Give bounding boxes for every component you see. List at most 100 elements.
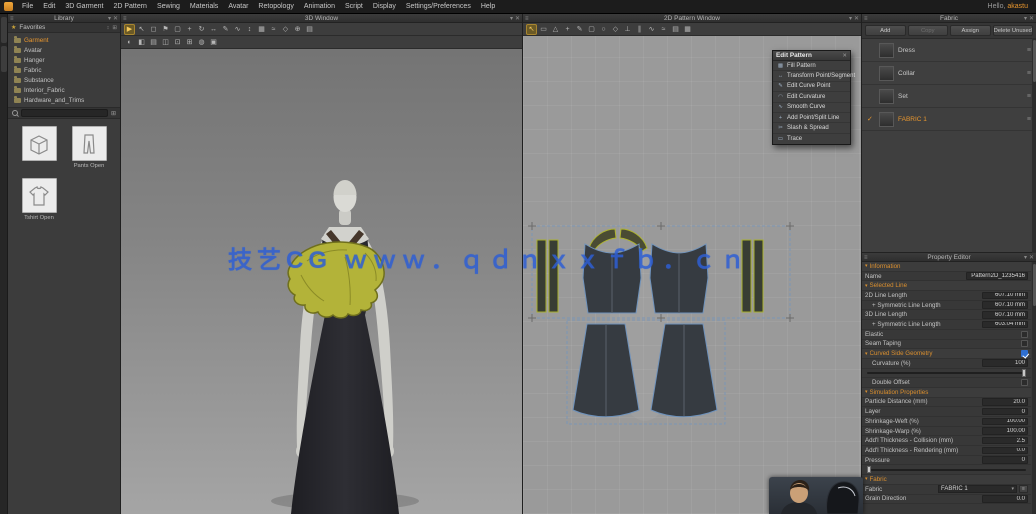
- texture-view-icon[interactable]: ▤: [148, 37, 159, 48]
- select-mesh-icon[interactable]: ◻: [148, 24, 159, 35]
- property-value-field[interactable]: 100.00: [982, 417, 1028, 426]
- tack-tool-icon[interactable]: ⊕: [292, 24, 303, 35]
- arrangement-icon[interactable]: ▢: [172, 24, 183, 35]
- edit-pattern-icon[interactable]: ▭: [538, 24, 549, 35]
- menubar-item[interactable]: Display: [368, 0, 401, 14]
- panel-close-icon[interactable]: ✕: [1029, 255, 1034, 261]
- library-folder[interactable]: Interior_Fabric: [8, 85, 120, 95]
- side-tab[interactable]: [0, 46, 7, 72]
- object-browser-button[interactable]: Assign: [950, 25, 991, 36]
- simulate-icon[interactable]: ▶: [124, 23, 135, 35]
- add-point-icon[interactable]: +: [562, 24, 573, 35]
- property-value-field[interactable]: 20.0: [982, 398, 1028, 406]
- select-move-icon[interactable]: ↖: [136, 24, 147, 35]
- show-garment-icon[interactable]: ◧: [136, 37, 147, 48]
- rectangle-tool-icon[interactable]: ▢: [586, 24, 597, 35]
- pen-3d-icon[interactable]: ✎: [220, 24, 231, 35]
- context-menu-item[interactable]: ◠ Edit Curvature: [773, 92, 850, 103]
- property-value-field[interactable]: 607.10 mm: [982, 291, 1028, 300]
- side-tab[interactable]: [0, 17, 7, 43]
- pressure-value-field[interactable]: 0: [982, 456, 1028, 464]
- library-folder[interactable]: Hardware_and_Trims: [8, 95, 120, 105]
- menubar-item[interactable]: Avatar: [223, 0, 253, 14]
- double-offset-checkbox[interactable]: [1021, 379, 1028, 387]
- menubar-item[interactable]: File: [17, 0, 38, 14]
- pin-tool-icon[interactable]: ⚑: [160, 24, 171, 35]
- property-value-field[interactable]: 100.00: [982, 427, 1028, 435]
- panel-close-icon[interactable]: ✕: [854, 16, 859, 22]
- flatten-tool-icon[interactable]: ▦: [256, 24, 267, 35]
- panel-dock-icon[interactable]: ▾: [108, 16, 111, 22]
- object-options-icon[interactable]: ≡: [1027, 70, 1031, 77]
- sort-icon[interactable]: ↕: [107, 25, 110, 31]
- object-browser-button[interactable]: Copy: [907, 25, 948, 36]
- context-menu-item[interactable]: ↔ Transform Point/Segment: [773, 71, 855, 82]
- strain-map-icon[interactable]: ⊡: [172, 37, 183, 48]
- object-options-icon[interactable]: ≡: [1027, 47, 1031, 54]
- menubar-item[interactable]: Script: [340, 0, 368, 14]
- measure-tool-icon[interactable]: ↕: [244, 24, 255, 35]
- steam-tool-icon[interactable]: ≈: [268, 24, 279, 35]
- property-value-field[interactable]: 607.10 mm: [982, 311, 1028, 319]
- panel-close-icon[interactable]: ✕: [1029, 16, 1034, 22]
- menubar-item[interactable]: 3D Garment: [60, 0, 108, 14]
- dart-tool-icon[interactable]: ◇: [610, 24, 621, 35]
- menubar-item[interactable]: Settings/Preferences: [401, 0, 476, 14]
- library-folder[interactable]: Fabric: [8, 65, 120, 75]
- username[interactable]: akastu: [1007, 3, 1028, 10]
- grading-icon[interactable]: ▤: [670, 24, 681, 35]
- property-editor-scrollbar[interactable]: [1032, 262, 1036, 514]
- property-value-field[interactable]: 607.10 mm: [982, 301, 1028, 309]
- menubar-item[interactable]: Sewing: [152, 0, 185, 14]
- context-menu-item[interactable]: + Add Point/Split Line: [773, 113, 850, 124]
- object-options-icon[interactable]: ≡: [1027, 116, 1031, 123]
- library-search-input[interactable]: [21, 109, 108, 117]
- free-sewing-icon[interactable]: ∿: [646, 24, 657, 35]
- panel-close-icon[interactable]: ✕: [113, 16, 118, 22]
- panel-dock-icon[interactable]: ▾: [849, 16, 852, 22]
- library-folder[interactable]: Garment: [8, 35, 120, 45]
- library-folder[interactable]: Hanger: [8, 55, 120, 65]
- object-list-item[interactable]: ✓ Collar ≡: [862, 62, 1036, 85]
- menubar-item[interactable]: Retopology: [253, 0, 298, 14]
- context-menu-item[interactable]: ∿ Smooth Curve: [773, 103, 850, 113]
- slider-handle[interactable]: [867, 465, 871, 474]
- object-options-icon[interactable]: ≡: [1027, 93, 1031, 100]
- checkbox[interactable]: [1021, 340, 1028, 348]
- texture-editor-icon[interactable]: ▦: [682, 24, 693, 35]
- edit-point-icon[interactable]: △: [550, 24, 561, 35]
- move-gizmo-icon[interactable]: +: [184, 24, 195, 35]
- curved-side-geometry-checkbox[interactable]: [1021, 350, 1028, 358]
- 3d-viewport[interactable]: [121, 49, 522, 514]
- asset-thumbnail[interactable]: [71, 126, 107, 161]
- curvature-slider[interactable]: [867, 369, 1026, 377]
- menubar-item[interactable]: 2D Pattern: [108, 0, 151, 14]
- library-asset[interactable]: Pants Open: [67, 126, 111, 170]
- checkbox[interactable]: [1021, 330, 1028, 338]
- pressure-slider[interactable]: [867, 465, 1026, 474]
- context-menu-close-icon[interactable]: ✕: [842, 53, 847, 59]
- panel-dock-icon[interactable]: ▾: [1024, 16, 1027, 22]
- fold-tool-icon[interactable]: ◇: [280, 24, 291, 35]
- scale-gizmo-icon[interactable]: ↔: [208, 24, 219, 35]
- library-asset[interactable]: Tshirt Open: [17, 178, 61, 222]
- section-header-curved-side-geometry[interactable]: ▾ Curved Side Geometry: [862, 349, 1031, 359]
- show-avatar-icon[interactable]: ◐: [124, 37, 135, 48]
- panel-dock-icon[interactable]: ▾: [1024, 255, 1027, 261]
- section-header-selected-line[interactable]: ▾ Selected Line: [862, 281, 1031, 292]
- grain-direction-value-field[interactable]: 0.0: [982, 495, 1028, 503]
- asset-thumbnail[interactable]: [21, 178, 57, 213]
- context-menu-item[interactable]: ▩ Fill Pattern: [773, 61, 850, 72]
- context-menu-item[interactable]: ✂ Slash & Spread: [773, 123, 850, 134]
- asset-thumbnail[interactable]: [21, 126, 57, 161]
- menubar-item[interactable]: Edit: [38, 0, 60, 14]
- sewing-tool-icon[interactable]: ∿: [232, 24, 243, 35]
- side-tab-strip[interactable]: [0, 14, 8, 514]
- property-value-field[interactable]: 0.0: [982, 446, 1028, 455]
- shadow-view-icon[interactable]: ▣: [208, 37, 219, 48]
- property-value-field[interactable]: 2.5: [982, 436, 1028, 445]
- context-menu-item[interactable]: ▭ Trace: [773, 134, 850, 144]
- section-header-fabric[interactable]: ▾ Fabric: [862, 475, 1031, 485]
- pen-2d-icon[interactable]: ✎: [574, 24, 585, 35]
- panel-close-icon[interactable]: ✕: [515, 16, 520, 22]
